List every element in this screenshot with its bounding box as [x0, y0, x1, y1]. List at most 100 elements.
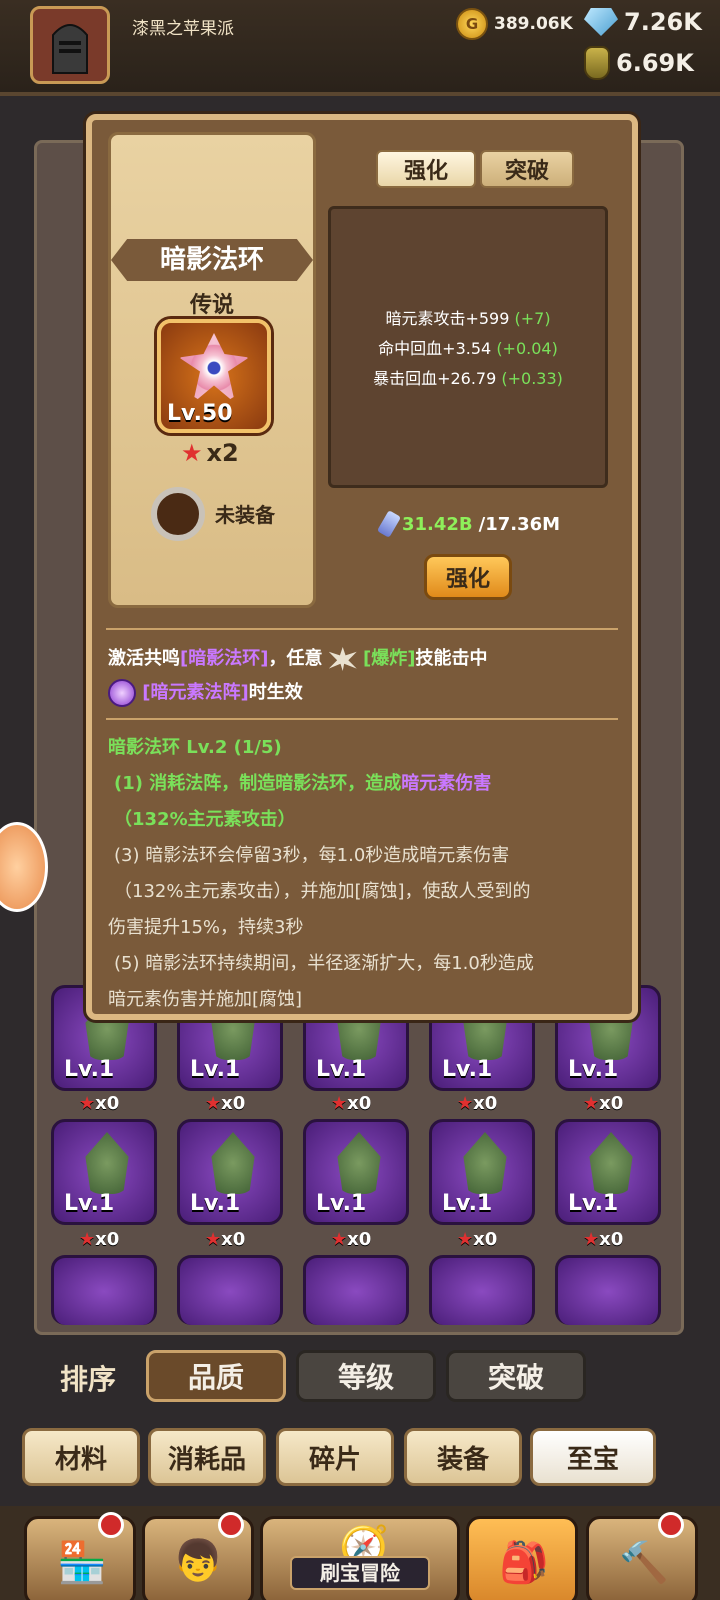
sort-level-button[interactable]: 等级	[296, 1350, 436, 1402]
tab-equipment[interactable]: 装备	[404, 1428, 522, 1486]
dark-rune-icon	[108, 679, 136, 707]
tab-treasures[interactable]: 至宝	[530, 1428, 656, 1486]
skill-line: (1) 消耗法阵，制造暗影法环，造成暗元素伤害	[114, 773, 492, 794]
leaf-icon	[337, 1132, 381, 1194]
item-icon-frame: Lv.50	[157, 319, 271, 433]
divider	[106, 628, 618, 630]
potion-icon	[584, 46, 610, 80]
slot-count: ★x0	[205, 1229, 246, 1250]
slot-count: ★x0	[79, 1229, 120, 1250]
leaf-icon	[463, 1132, 507, 1194]
leaf-icon	[85, 1132, 129, 1194]
nav-inventory[interactable]: 🎒	[466, 1516, 578, 1600]
skill-description: 暗影法环 Lv.2 (1/5) (1) 消耗法阵，制造暗影法环，造成暗元素伤害 …	[108, 730, 628, 1018]
slot-count: ★x0	[331, 1229, 372, 1250]
item-stars: ★ x2	[181, 439, 239, 467]
tab-breakthrough[interactable]: 突破	[480, 150, 574, 188]
item-level: Lv.50	[167, 401, 233, 426]
hammer-icon: 🔨	[619, 1540, 669, 1586]
item-rarity: 传说	[189, 293, 234, 318]
sort-label: 排序	[60, 1363, 117, 1396]
tab-consumables[interactable]: 消耗品	[148, 1428, 266, 1486]
item-name: 暗影法环	[111, 239, 313, 281]
notification-dot	[218, 1512, 244, 1538]
gold-coin-icon: G	[456, 8, 488, 40]
player-avatar[interactable]	[30, 6, 110, 84]
skill-line: （132%主元素攻击），并施加[腐蚀]，使敌人受到的	[114, 881, 531, 902]
slot-level: Lv.1	[568, 1191, 619, 1216]
slot-count: ★x0	[331, 1093, 372, 1114]
knight-helmet-icon	[52, 24, 88, 74]
tab-fragments[interactable]: 碎片	[276, 1428, 394, 1486]
slot-count: ★x0	[79, 1093, 120, 1114]
skill-line: 暗元素伤害并施加[腐蚀]	[108, 989, 303, 1010]
equip-slot-ring[interactable]	[151, 487, 205, 541]
gold-counter[interactable]: G 389.06K	[456, 8, 573, 40]
slot-level: Lv.1	[316, 1057, 367, 1082]
inventory-slot[interactable]: Lv.1	[429, 1119, 535, 1225]
enhance-button[interactable]: 强化	[424, 554, 512, 600]
slot-level: Lv.1	[190, 1057, 241, 1082]
stat-line: 暗元素攻击+599 (+7)	[385, 309, 551, 328]
sort-quality-button[interactable]: 品质	[146, 1350, 286, 1402]
leaf-icon	[589, 1132, 633, 1194]
slot-count: ★x0	[457, 1093, 498, 1114]
inventory-slot[interactable]: Lv.1	[51, 1119, 157, 1225]
inventory-slot[interactable]	[51, 1255, 157, 1325]
gem-icon	[584, 8, 618, 36]
slot-level: Lv.1	[64, 1057, 115, 1082]
stat-line: 暴击回血+26.79 (+0.33)	[373, 369, 563, 388]
skill-title: 暗影法环 Lv.2 (1/5)	[108, 737, 282, 758]
potion-amount: 6.69K	[616, 49, 694, 77]
slot-count: ★x0	[583, 1229, 624, 1250]
notification-dot	[658, 1512, 684, 1538]
resonance-description: 激活共鸣[暗影法环]，任意 [爆炸]技能击中 [暗元素法阵]时生效	[108, 642, 628, 710]
slot-level: Lv.1	[442, 1057, 493, 1082]
character-icon: 👦	[173, 1538, 223, 1584]
skill-line: （132%主元素攻击）	[114, 809, 296, 830]
stats-panel: 暗元素攻击+599 (+7) 命中回血+3.54 (+0.04) 暴击回血+26…	[328, 206, 608, 488]
item-card: 暗影法环 传说 Lv.50 ★ x2 未装备	[108, 132, 316, 608]
nav-adventure-label: 刷宝冒险	[290, 1556, 430, 1590]
skill-line: (5) 暗影法环持续期间，半径逐渐扩大，每1.0秒造成	[114, 953, 534, 974]
stat-line: 命中回血+3.54 (+0.04)	[378, 339, 558, 358]
potion-counter[interactable]: 6.69K	[584, 46, 694, 80]
gem-amount: 7.26K	[624, 8, 702, 36]
sort-breakthrough-button[interactable]: 突破	[446, 1350, 586, 1402]
cost-have: 31.42B	[402, 513, 473, 535]
item-detail-modal: 暗影法环 传说 Lv.50 ★ x2 未装备 强化 突破 暗元素攻击+599 (…	[86, 114, 638, 1020]
gem-counter[interactable]: 7.26K	[584, 8, 702, 36]
divider	[106, 718, 618, 720]
backpack-icon: 🎒	[499, 1540, 549, 1586]
inventory-slot[interactable]: Lv.1	[177, 1119, 283, 1225]
tab-enhance[interactable]: 强化	[376, 150, 476, 188]
inventory-slot[interactable]	[177, 1255, 283, 1325]
skill-line: 伤害提升15%，持续3秒	[108, 917, 304, 938]
inventory-slot[interactable]	[555, 1255, 661, 1325]
slot-level: Lv.1	[568, 1057, 619, 1082]
inventory-slot[interactable]	[429, 1255, 535, 1325]
star-icon: ★	[181, 439, 203, 467]
shadow-flower-icon	[179, 333, 249, 403]
shop-icon: 🏪	[57, 1540, 107, 1586]
star-count: x2	[206, 439, 239, 467]
skill-line: (3) 暗影法环会停留3秒，每1.0秒造成暗元素伤害	[114, 845, 510, 866]
slot-level: Lv.1	[190, 1191, 241, 1216]
slot-level: Lv.1	[64, 1191, 115, 1216]
slot-level: Lv.1	[316, 1191, 367, 1216]
slot-count: ★x0	[457, 1229, 498, 1250]
crystal-icon	[376, 510, 402, 538]
player-name: 漆黑之苹果派	[132, 19, 234, 39]
leaf-icon	[211, 1132, 255, 1194]
explosion-icon	[328, 647, 357, 671]
equip-status: 未装备	[215, 503, 275, 527]
slot-count: ★x0	[205, 1093, 246, 1114]
enhance-cost: 31.42B/17.36M	[376, 510, 560, 538]
slot-count: ★x0	[583, 1093, 624, 1114]
notification-dot	[98, 1512, 124, 1538]
slot-level: Lv.1	[442, 1191, 493, 1216]
inventory-slot[interactable]: Lv.1	[555, 1119, 661, 1225]
inventory-slot[interactable]: Lv.1	[303, 1119, 409, 1225]
inventory-slot[interactable]	[303, 1255, 409, 1325]
tab-materials[interactable]: 材料	[22, 1428, 140, 1486]
